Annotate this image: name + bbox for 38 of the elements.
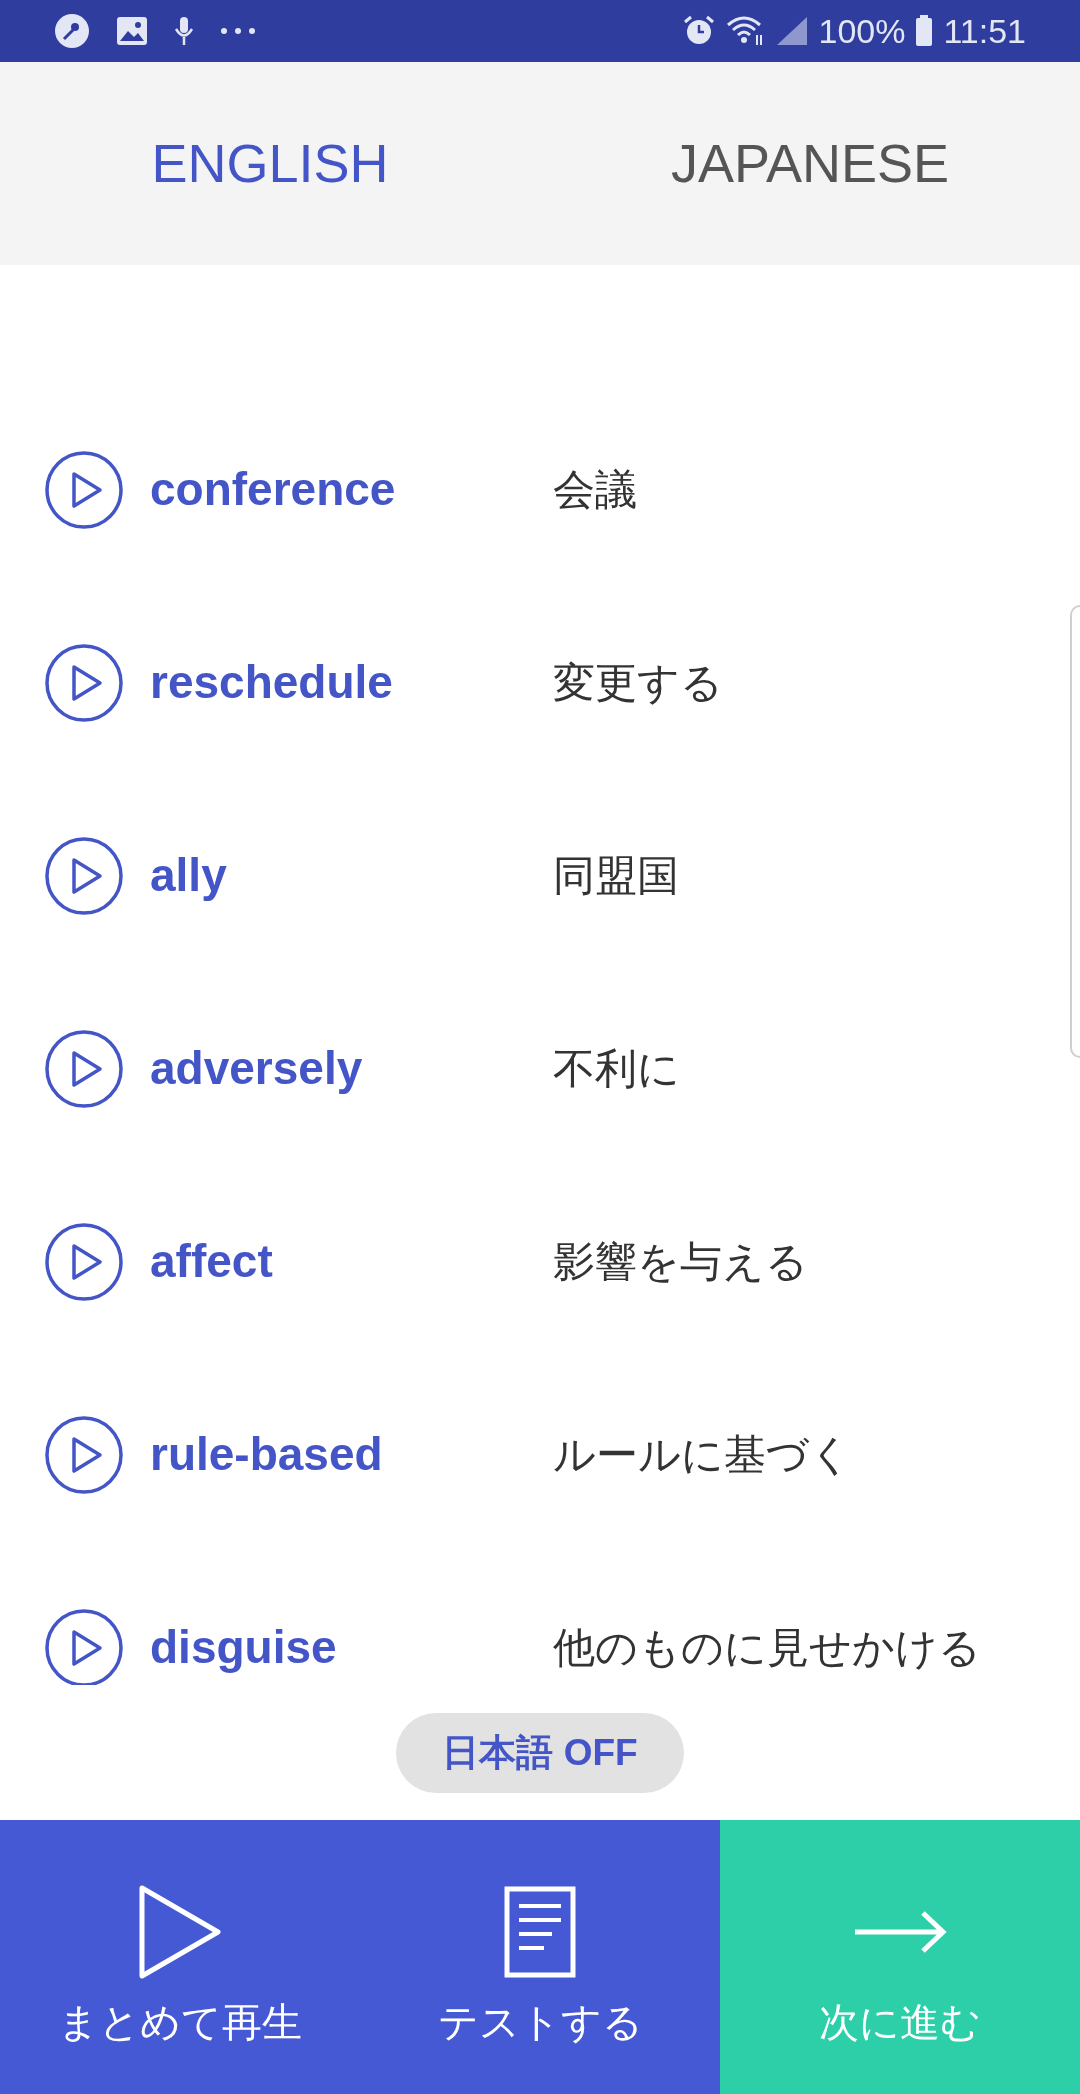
japanese-toggle-button[interactable]: 日本語 OFF <box>396 1712 684 1793</box>
microphone-icon <box>174 16 194 46</box>
english-word: adversely <box>150 1041 364 1096</box>
english-word: conference <box>150 462 397 517</box>
play-button[interactable] <box>44 1607 124 1685</box>
test-button[interactable]: テストする <box>360 1820 720 2094</box>
language-tab[interactable]: ENGLISH <box>0 62 540 265</box>
arrow-right-icon <box>853 1910 947 1954</box>
battery-icon <box>915 15 934 47</box>
edge-handle[interactable] <box>1070 605 1080 1058</box>
clock: 11:51 <box>943 14 1026 48</box>
japanese-meaning: 影響を与える <box>553 1237 808 1287</box>
japanese-meaning: 変更する <box>553 658 723 708</box>
english-word: rule-based <box>150 1427 384 1482</box>
image-icon <box>116 16 148 46</box>
play-button[interactable] <box>44 642 124 723</box>
play-button[interactable] <box>44 1221 124 1302</box>
english-word: ally <box>150 848 228 903</box>
japanese-meaning: 不利に <box>553 1044 680 1094</box>
english-word: affect <box>150 1234 274 1289</box>
language-tab[interactable]: JAPANESE <box>540 62 1080 265</box>
battery-percentage: 100% <box>818 14 906 48</box>
japanese-meaning: 会議 <box>553 465 637 515</box>
play-all-button[interactable]: まとめて再生 <box>0 1820 360 2094</box>
document-icon <box>504 1886 576 1978</box>
play-button[interactable] <box>44 1028 124 1109</box>
english-word: disguise <box>150 1620 338 1675</box>
more-icon <box>220 27 256 35</box>
signal-icon <box>776 16 809 46</box>
play-icon <box>138 1884 222 1980</box>
play-button[interactable] <box>44 1414 124 1495</box>
japanese-meaning: ルールに基づく <box>553 1430 852 1480</box>
japanese-meaning: 他のものに見せかける <box>553 1623 981 1673</box>
play-button[interactable] <box>44 449 124 530</box>
english-word: reschedule <box>150 655 394 710</box>
japanese-meaning: 同盟国 <box>553 851 679 901</box>
key-icon <box>54 13 90 49</box>
play-button[interactable] <box>44 835 124 916</box>
